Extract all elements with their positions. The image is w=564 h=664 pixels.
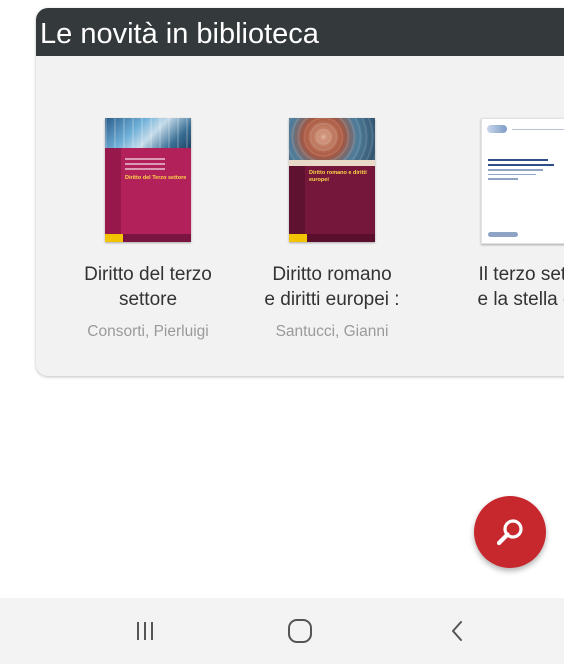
section-title: Le novità in biblioteca [36, 8, 564, 56]
book-cover[interactable] [481, 118, 564, 244]
recents-button[interactable] [105, 598, 185, 664]
back-button[interactable] [418, 598, 498, 664]
search-button[interactable] [474, 496, 546, 568]
recents-icon [137, 622, 153, 640]
cover-title: Diritto del Terzo settore [125, 175, 187, 181]
home-button[interactable] [260, 598, 340, 664]
book-author: Consorti, Pierluigi [87, 323, 209, 340]
book-item[interactable]: Il terzo sett e la stella c [430, 56, 564, 376]
home-icon [288, 619, 312, 643]
back-icon [452, 621, 462, 641]
new-arrivals-card: Le novità in biblioteca Diritto del Terz… [36, 8, 564, 376]
book-title-line: settore [118, 289, 178, 310]
book-title-line: e la stella c [477, 289, 564, 310]
book-title-line: Diritto del terzo [84, 264, 212, 285]
book-item[interactable]: Diritto romano e diritti europei Diritto… [237, 56, 427, 376]
book-title-line: e diritti europei : [264, 289, 400, 310]
search-icon [496, 519, 523, 546]
book-cover[interactable]: Diritto romano e diritti europei [289, 118, 375, 242]
book-title-line: Il terzo sett [478, 264, 564, 285]
book-title[interactable]: Diritto romano e diritti europei : [237, 262, 427, 312]
book-author: Santucci, Gianni [275, 323, 389, 340]
book-title[interactable]: Diritto del terzo settore [53, 262, 243, 312]
cover-title: Diritto romano e diritti europei [309, 170, 367, 183]
book-item[interactable]: Diritto del Terzo settore Diritto del te… [53, 56, 243, 376]
book-title[interactable]: Il terzo sett e la stella c [430, 262, 564, 312]
book-cover[interactable]: Diritto del Terzo settore [105, 118, 191, 242]
navigation-bar [0, 598, 564, 664]
screen: Le novità in biblioteca Diritto del Terz… [0, 0, 564, 664]
book-title-line: Diritto romano [272, 264, 392, 285]
